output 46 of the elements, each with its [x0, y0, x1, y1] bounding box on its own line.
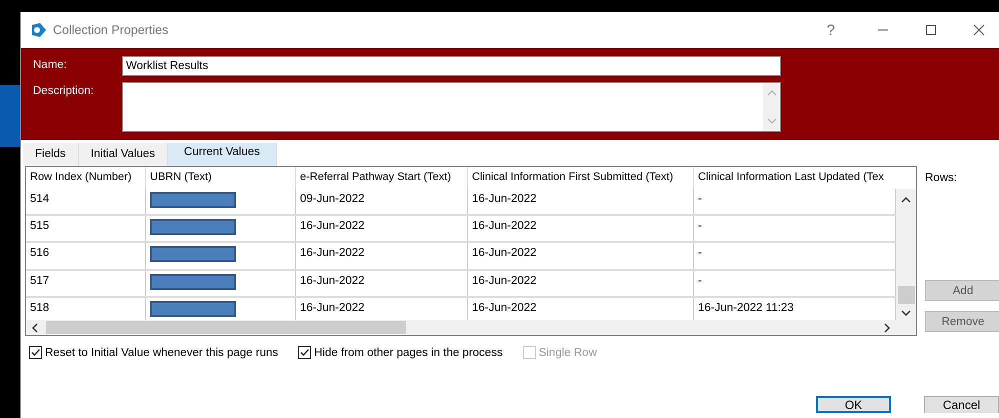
- background-window-edge: [0, 85, 20, 147]
- cancel-button[interactable]: Cancel: [924, 396, 999, 413]
- table-cell: 16-Jun-2022: [468, 243, 694, 269]
- checkbox-label: Reset to Initial Value whenever this page runs: [45, 346, 278, 358]
- tab[interactable]: Fields: [23, 143, 79, 166]
- scroll-down-icon[interactable]: [900, 308, 912, 318]
- name-field[interactable]: Worklist Results: [122, 56, 781, 76]
- column-header[interactable]: e-Referral Pathway Start (Text): [296, 167, 468, 189]
- column-header[interactable]: Row Index (Number): [26, 167, 146, 189]
- help-button[interactable]: ?: [826, 22, 835, 38]
- column-header[interactable]: Clinical Information First Submitted (Text): [468, 167, 694, 189]
- table-cell: 515: [26, 216, 146, 242]
- scroll-up-icon[interactable]: [900, 195, 912, 205]
- tab[interactable]: Current Values: [168, 143, 277, 166]
- scroll-right-icon[interactable]: [882, 322, 892, 334]
- column-header[interactable]: Clinical Information Last Updated (Tex: [694, 167, 896, 189]
- table-cell: 16-Jun-2022: [468, 216, 694, 242]
- table-cell: 516: [26, 243, 146, 269]
- scrollbar-thumb[interactable]: [46, 321, 406, 334]
- checkbox-label: Hide from other pages in the process: [314, 346, 503, 358]
- column-header[interactable]: UBRN (Text): [146, 167, 296, 189]
- close-icon[interactable]: [973, 24, 985, 36]
- checkbox-label: Single Row: [538, 346, 597, 358]
- maximize-icon[interactable]: [925, 24, 937, 36]
- ok-button[interactable]: OK: [816, 396, 891, 413]
- table-cell: 09-Jun-2022: [296, 189, 468, 214]
- tab[interactable]: Initial Values: [78, 143, 168, 166]
- window-title: Collection Properties: [53, 23, 170, 37]
- app-logo-icon: [31, 23, 47, 37]
- vertical-scrollbar[interactable]: [896, 189, 916, 320]
- scrollbar-thumb[interactable]: [898, 286, 914, 304]
- table-cell: 16-Jun-2022: [296, 216, 468, 242]
- table-cell: 16-Jun-2022: [296, 243, 468, 269]
- checkbox[interactable]: [298, 346, 312, 359]
- table-cell: 16-Jun-2022: [296, 270, 468, 296]
- name-label: Name:: [32, 58, 68, 71]
- description-label: Description:: [32, 84, 95, 97]
- scroll-left-icon[interactable]: [30, 322, 40, 334]
- checkbox[interactable]: [29, 346, 42, 359]
- table-cell: 514: [26, 189, 146, 214]
- description-field[interactable]: [122, 82, 781, 132]
- horizontal-scrollbar[interactable]: [26, 320, 916, 335]
- table-cell: 517: [26, 270, 146, 296]
- rows-label: Rows:: [925, 171, 958, 184]
- table-cell: 16-Jun-2022: [468, 270, 694, 296]
- table-cell: 16-Jun-2022: [468, 189, 694, 214]
